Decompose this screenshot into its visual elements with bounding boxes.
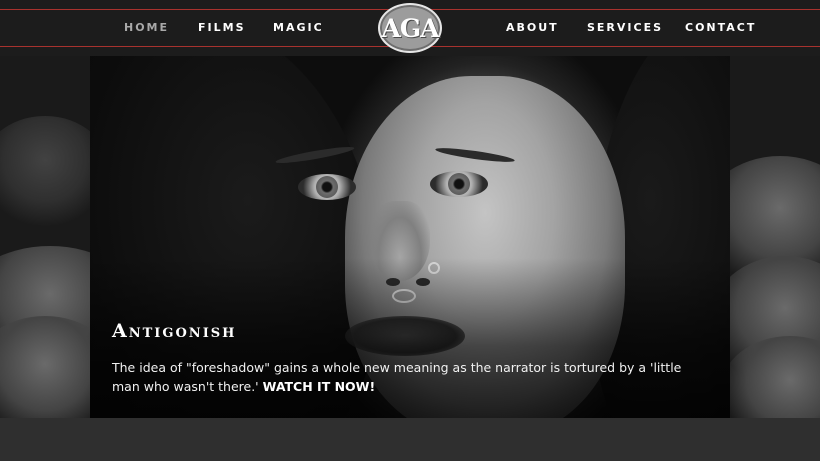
film-title[interactable]: Antigonish (112, 320, 236, 342)
nav-item-magic[interactable]: MAGIC (273, 20, 324, 36)
nav-item-home[interactable]: HOME (124, 20, 169, 36)
film-description: The idea of "foreshadow" gains a whole n… (112, 358, 712, 396)
portrait-iris-right (448, 173, 470, 195)
nav-item-contact[interactable]: CONTACT (685, 20, 756, 36)
watch-it-now-link[interactable]: WATCH IT NOW! (263, 379, 376, 394)
portrait-iris-left (316, 176, 338, 198)
top-navigation-bar: HOME FILMS MAGIC AGA ABOUT SERVICES CONT… (0, 0, 820, 56)
logo-text: AGA (381, 13, 439, 43)
nav-item-about[interactable]: ABOUT (506, 20, 559, 36)
portrait-eye-left (298, 174, 356, 200)
below-hero-band (0, 418, 820, 461)
film-description-text: The idea of "foreshadow" gains a whole n… (112, 360, 682, 394)
nav-item-services[interactable]: SERVICES (587, 20, 663, 36)
portrait-eye-right (430, 171, 488, 197)
nav-item-films[interactable]: FILMS (198, 20, 246, 36)
aga-logo[interactable]: AGA (378, 3, 442, 53)
